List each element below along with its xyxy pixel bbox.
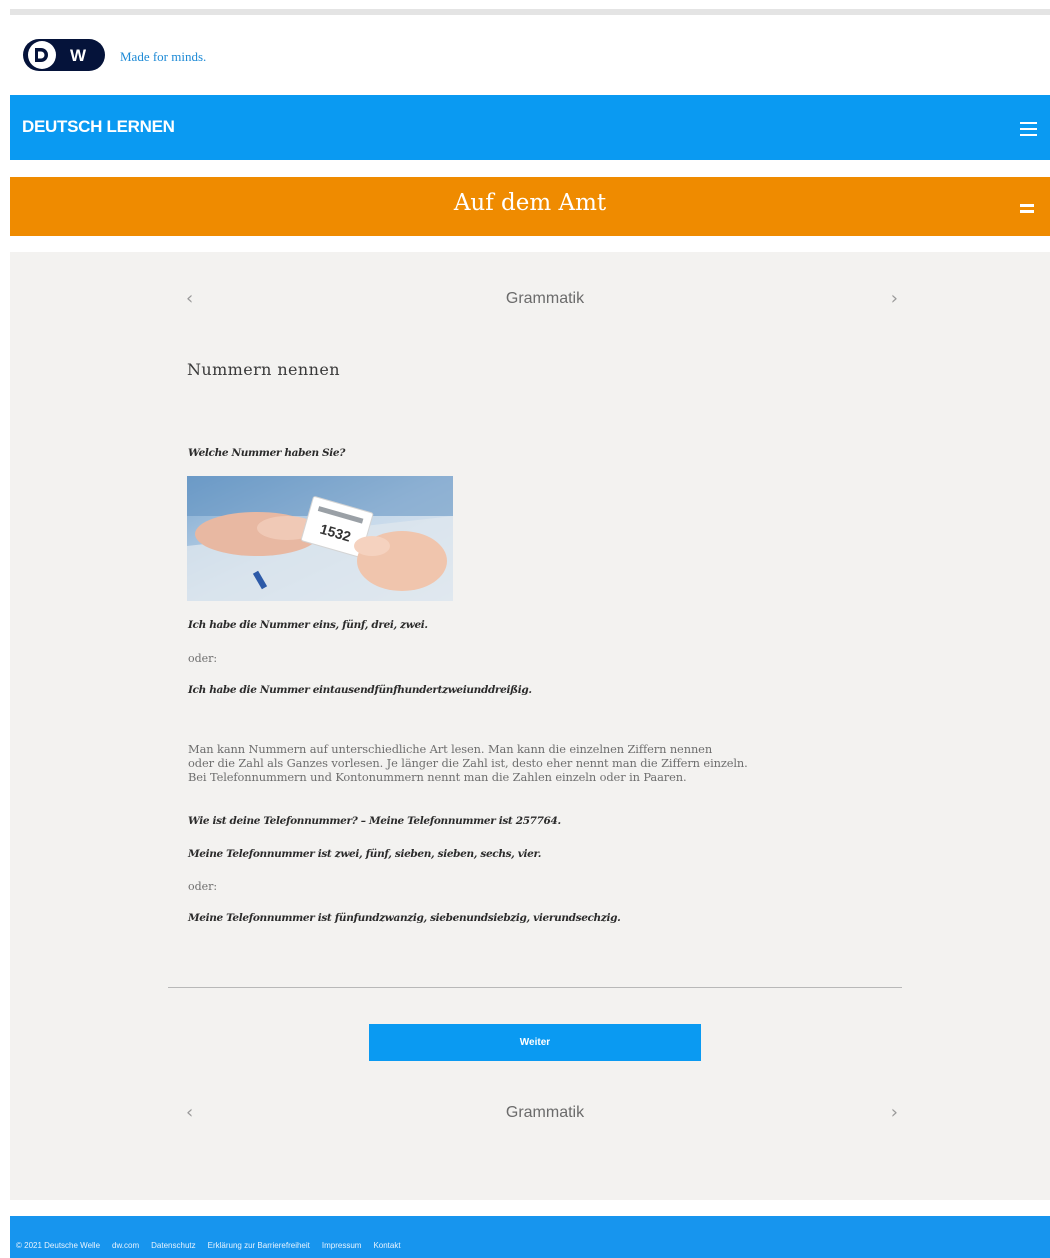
site-title[interactable]: DEUTSCH LERNEN [22, 117, 175, 137]
footer-link-dwcom[interactable]: dw.com [112, 1241, 139, 1250]
site-footer: © 2021 Deutsche Welle dw.com Datenschutz… [10, 1216, 1050, 1258]
explanation-line: Man kann Nummern auf unterschiedliche Ar… [188, 742, 713, 756]
content-divider [168, 987, 902, 988]
question-text: Welche Nummer haben Sie? [188, 447, 346, 459]
brand-header: W Made for minds. [22, 35, 206, 75]
chevron-right-icon[interactable]: › [891, 1102, 898, 1123]
dw-logo[interactable]: W [22, 35, 106, 75]
explanation-line: oder die Zahl als Ganzes vorlesen. Je lä… [188, 756, 748, 770]
chevron-right-icon[interactable]: › [891, 288, 898, 309]
answer-digits: Ich habe die Nummer eins, fünf, drei, zw… [188, 619, 428, 631]
or-separator: oder: [188, 880, 218, 893]
footer-links: © 2021 Deutsche Welle dw.com Datenschutz… [16, 1241, 401, 1250]
phone-pairs: Meine Telefonnummer ist fünfundzwanzig, … [188, 912, 621, 924]
explanation-paragraph: Man kann Nummern auf unterschiedliche Ar… [188, 742, 908, 784]
article-title: Nummern nennen [187, 360, 340, 379]
brand-tagline: Made for minds. [120, 49, 207, 64]
lesson-title: Auf dem Amt [453, 190, 607, 216]
footer-link-datenschutz[interactable]: Datenschutz [151, 1241, 195, 1250]
footer-copyright: © 2021 Deutsche Welle [16, 1241, 101, 1250]
lesson-header: Auf dem Amt [10, 177, 1050, 236]
top-divider [10, 9, 1050, 15]
hamburger-menu-icon[interactable] [1020, 122, 1037, 136]
top-pager: ‹ Grammatik › [180, 286, 910, 316]
or-separator: oder: [188, 652, 218, 665]
ticket-handover-image: 1532 [187, 476, 453, 601]
footer-link-kontakt[interactable]: Kontakt [373, 1241, 400, 1250]
pager-label: Grammatik [505, 1104, 585, 1121]
answer-number: Ich habe die Nummer eintausendfünfhunder… [188, 684, 532, 696]
phone-digits: Meine Telefonnummer ist zwei, fünf, sieb… [188, 848, 542, 860]
footer-link-barrierefreiheit[interactable]: Erklärung zur Barrierefreiheit [208, 1241, 310, 1250]
explanation-line: Bei Telefonnummern und Kontonummern nenn… [188, 770, 687, 784]
equals-menu-icon[interactable] [1020, 204, 1034, 216]
lesson-content: ‹ Grammatik › Nummern nennen Welche Numm… [10, 252, 1050, 1200]
pager-label: Grammatik [505, 290, 585, 307]
footer-link-impressum[interactable]: Impressum [322, 1241, 362, 1250]
site-navbar: DEUTSCH LERNEN [10, 95, 1050, 160]
weiter-button[interactable]: Weiter [369, 1024, 701, 1061]
phone-question: Wie ist deine Telefonnummer? – Meine Tel… [188, 815, 561, 827]
svg-text:W: W [70, 46, 87, 65]
bottom-pager: ‹ Grammatik › [180, 1100, 910, 1130]
